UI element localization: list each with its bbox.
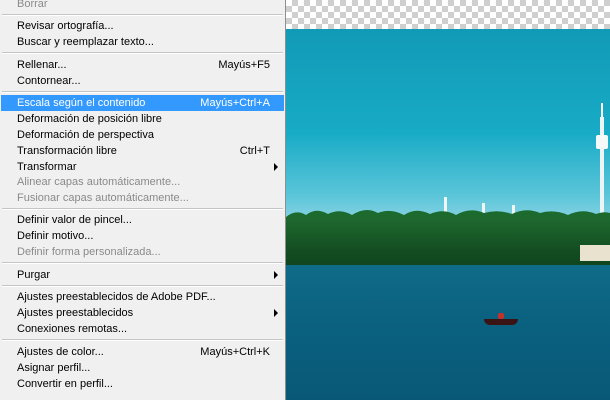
menu-item-label: Asignar perfil... (17, 362, 91, 374)
menu-item-label: Deformación de perspectiva (17, 129, 154, 141)
edit-menu: Borrar Revisar ortografía... Buscar y re… (0, 0, 286, 400)
menu-item-fusionar-capas[interactable]: Fusionar capas automáticamente... (1, 190, 284, 206)
menu-item-label: Borrar (17, 0, 48, 10)
menu-item-borrar[interactable]: Borrar (1, 0, 284, 12)
menu-separator (2, 262, 283, 264)
tv-tower-pod (596, 135, 608, 149)
menu-separator (2, 339, 283, 341)
submenu-arrow-icon (274, 163, 278, 171)
menu-item-label: Contornear... (17, 75, 81, 87)
menu-item-label: Conexiones remotas... (17, 323, 128, 335)
transparency-checkerboard (286, 0, 610, 29)
menu-item-ajustes-preestablecidos[interactable]: Ajustes preestablecidos (1, 305, 284, 321)
menu-item-definir-forma-personalizada[interactable]: Definir forma personalizada... (1, 244, 284, 260)
submenu-arrow-icon (274, 271, 278, 279)
menu-item-label: Rellenar... (17, 59, 67, 71)
submenu-arrow-icon (274, 309, 278, 317)
menu-item-label: Revisar ortografía... (17, 20, 114, 32)
menu-item-contornear[interactable]: Contornear... (1, 73, 284, 89)
menu-item-label: Alinear capas automáticamente... (17, 176, 181, 188)
menu-item-label: Ajustes preestablecidos de Adobe PDF... (17, 291, 216, 303)
menu-item-definir-motivo[interactable]: Definir motivo... (1, 228, 284, 244)
boat-rower (498, 313, 504, 319)
menu-item-ajustes-adobe-pdf[interactable]: Ajustes preestablecidos de Adobe PDF... (1, 289, 284, 305)
menu-item-revisar-ortografia[interactable]: Revisar ortografía... (1, 18, 284, 34)
menu-item-shortcut: Mayús+Ctrl+K (200, 346, 270, 358)
menu-item-label: Fusionar capas automáticamente... (17, 192, 189, 204)
menu-item-label: Definir valor de pincel... (17, 214, 132, 226)
menu-item-label: Ajustes preestablecidos (17, 307, 134, 319)
menu-item-deformacion-perspectiva[interactable]: Deformación de perspectiva (1, 127, 284, 143)
menu-item-label: Purgar (17, 269, 51, 281)
menu-item-conexiones-remotas[interactable]: Conexiones remotas... (1, 321, 284, 337)
menu-item-deformacion-posicion-libre[interactable]: Deformación de posición libre (1, 111, 284, 127)
shore-building (580, 245, 610, 261)
menu-item-transformacion-libre[interactable]: Transformación libre Ctrl+T (1, 143, 284, 159)
menu-item-label: Buscar y reemplazar texto... (17, 36, 154, 48)
menu-item-label: Transformar (17, 161, 77, 173)
menu-item-purgar[interactable]: Purgar (1, 267, 284, 283)
menu-separator (2, 208, 283, 210)
menu-item-label: Deformación de posición libre (17, 113, 162, 125)
menu-separator (2, 91, 283, 93)
menu-item-label: Definir motivo... (17, 230, 94, 242)
menu-item-ajustes-de-color[interactable]: Ajustes de color... Mayús+Ctrl+K (1, 344, 284, 360)
menu-item-shortcut: Mayús+F5 (218, 59, 270, 71)
menu-item-definir-valor-pincel[interactable]: Definir valor de pincel... (1, 212, 284, 228)
lake-water (286, 265, 610, 400)
menu-item-alinear-capas[interactable]: Alinear capas automáticamente... (1, 174, 284, 190)
menu-item-buscar-reemplazar[interactable]: Buscar y reemplazar texto... (1, 34, 284, 50)
menu-item-label: Escala según el contenido (17, 97, 146, 109)
menu-item-label: Ajustes de color... (17, 346, 104, 358)
menu-item-label: Convertir en perfil... (17, 378, 113, 390)
menu-item-convertir-en-perfil[interactable]: Convertir en perfil... (1, 376, 284, 392)
menu-item-shortcut: Ctrl+T (239, 145, 270, 157)
menu-item-escala-segun-contenido[interactable]: Escala según el contenido Mayús+Ctrl+A (1, 95, 284, 111)
menu-item-rellenar[interactable]: Rellenar... Mayús+F5 (1, 57, 284, 73)
menu-separator (2, 52, 283, 54)
menu-item-label: Definir forma personalizada... (17, 246, 161, 258)
lake-photo (286, 29, 610, 400)
menu-separator (2, 285, 283, 287)
menu-item-asignar-perfil[interactable]: Asignar perfil... (1, 360, 284, 376)
rowboat (484, 319, 518, 325)
menu-item-label: Transformación libre (17, 145, 117, 157)
menu-separator (2, 14, 283, 16)
document-canvas[interactable] (286, 0, 610, 400)
menu-item-shortcut: Mayús+Ctrl+A (200, 97, 270, 109)
menu-item-transformar[interactable]: Transformar (1, 159, 284, 175)
